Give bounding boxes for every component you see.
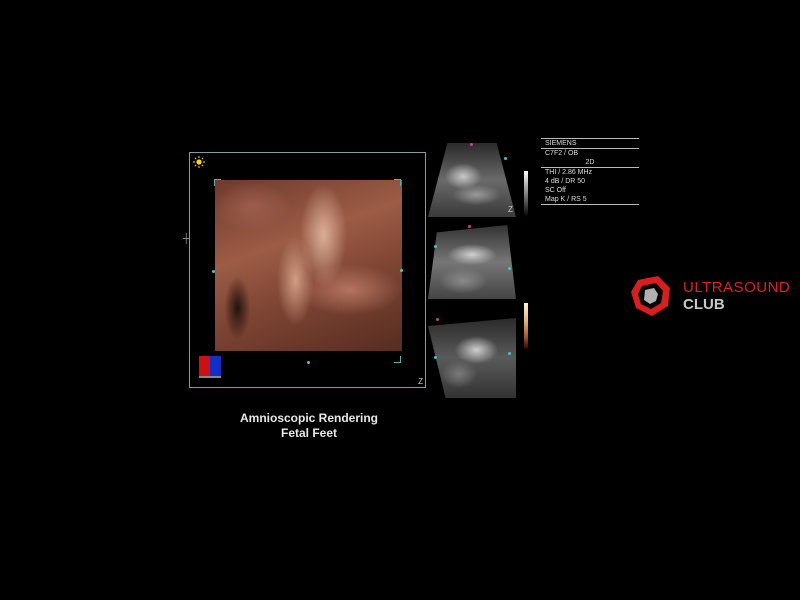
color-map-bar — [524, 303, 528, 349]
info-line: Map K / RS 5 — [545, 196, 587, 203]
info-line: THI / 2.86 MHz — [545, 169, 593, 176]
mpr-plane-a[interactable]: Z — [428, 143, 516, 217]
roi-marker — [307, 361, 310, 364]
ultrasound-plane-image — [428, 143, 516, 217]
roi-marker — [400, 269, 403, 272]
caption-title: Amnioscopic Rendering — [239, 411, 379, 425]
sun-icon — [193, 156, 205, 168]
grayscale-map-bar — [524, 171, 528, 217]
vendor-label: SIEMENS — [545, 140, 577, 147]
roi-marker — [212, 270, 215, 273]
plane-marker — [468, 225, 471, 228]
ultrasound-club-logo-icon — [631, 276, 670, 316]
scan-info-panel: SIEMENS C7F2 / OB 2D THI / 2.86 MHz 4 dB… — [541, 138, 639, 205]
fetal-feet-3d-render — [215, 180, 402, 363]
mpr-plane-c[interactable]: Z — [428, 318, 516, 398]
divider — [541, 204, 639, 205]
z-axis-label: Z — [418, 377, 423, 386]
ultrasound-plane-image — [428, 225, 516, 299]
crosshair-icon: ┼ — [183, 233, 190, 243]
info-line: 4 dB / DR 50 — [545, 178, 586, 185]
mode-label: 2D — [585, 159, 595, 166]
image-caption: Amnioscopic Rendering Fetal Feet — [189, 411, 429, 441]
plane-marker — [470, 143, 473, 146]
mpr-plane-b[interactable] — [428, 225, 516, 299]
info-line: SC Off — [545, 187, 566, 194]
plane-marker — [508, 352, 511, 355]
plane-marker — [434, 356, 437, 359]
logo-text-club: CLUB — [683, 296, 725, 313]
roi-corner — [394, 179, 401, 186]
plane-marker — [508, 267, 511, 270]
probe-label: C7F2 / OB — [545, 150, 579, 157]
orientation-cube-icon[interactable] — [199, 356, 221, 378]
caption-subtitle: Fetal Feet — [280, 426, 337, 440]
roi-corner — [394, 356, 401, 363]
render-viewport[interactable]: ┼ Z — [183, 152, 426, 388]
plane-marker — [504, 157, 507, 160]
logo-text-ultrasound: ULTRASOUND — [683, 279, 791, 296]
z-axis-label: Z — [508, 205, 513, 214]
ultrasound-plane-image — [428, 318, 516, 398]
roi-corner — [214, 179, 221, 186]
ultrasound-club-logo: ULTRASOUND CLUB — [628, 272, 798, 318]
plane-marker — [436, 318, 439, 321]
plane-marker — [434, 245, 437, 248]
